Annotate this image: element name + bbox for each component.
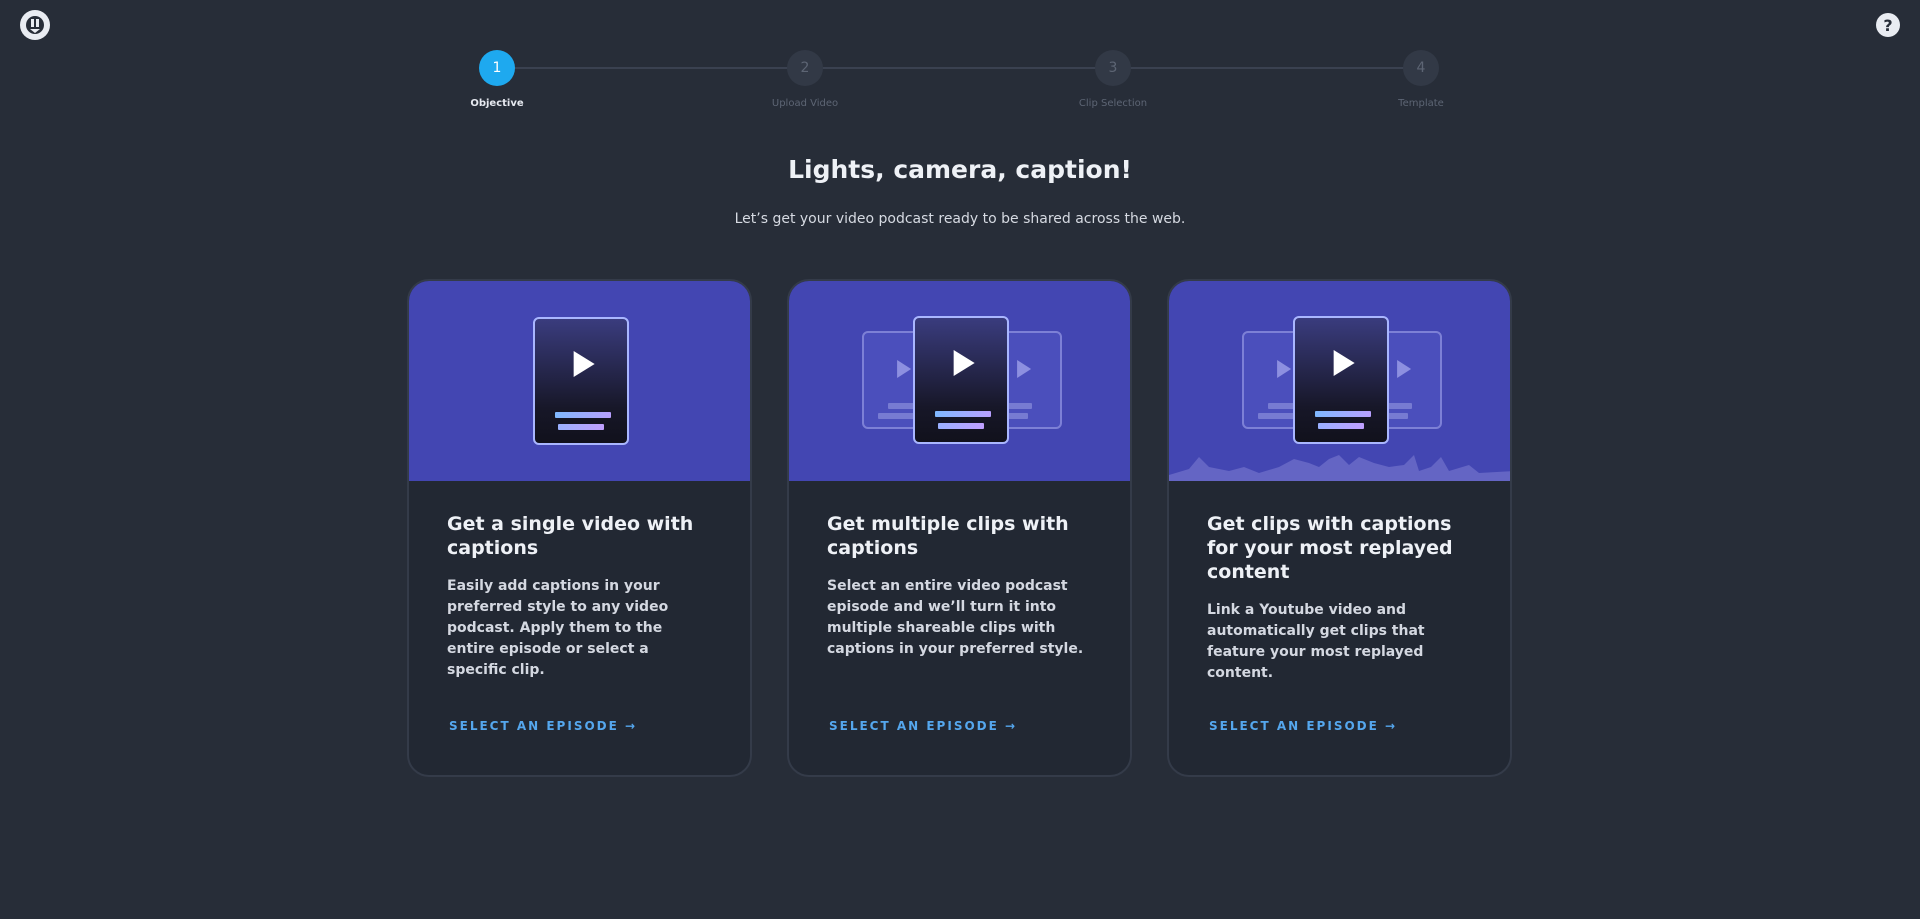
page-title: Lights, camera, caption! [788,155,1132,184]
play-icon [953,349,975,376]
app-logo[interactable] [20,10,50,40]
step-upload-video[interactable]: 2 Upload Video [745,50,865,109]
card-illustration [1169,281,1510,481]
step-clip-selection[interactable]: 3 Clip Selection [1053,50,1173,109]
play-icon [1017,359,1032,378]
card-description: Link a Youtube video and automatically g… [1207,602,1425,681]
step-objective[interactable]: 1 Objective [437,50,557,109]
card-description: Select an entire video podcast episode a… [827,578,1084,657]
play-icon [1277,359,1292,378]
step-number: 3 [1095,50,1131,86]
step-label: Clip Selection [1078,98,1148,109]
stepper-track [497,67,1421,69]
card-illustration [409,281,750,481]
video-card-icon [913,316,1009,444]
objective-card-single-video[interactable]: Get a single video with captions Easily … [407,279,752,777]
card-title: Get multiple clips with captions [827,513,1069,559]
step-number: 2 [787,50,823,86]
page-subtitle: Let’s get your video podcast ready to be… [734,211,1186,227]
play-icon [897,359,912,378]
play-icon [573,350,595,377]
play-icon [1333,349,1355,376]
select-episode-link[interactable]: SELECT AN EPISODE → [449,719,637,733]
step-number: 1 [479,50,515,86]
step-number: 4 [1403,50,1439,86]
step-label: Objective [470,98,524,109]
play-icon [1397,359,1412,378]
objective-card-multiple-clips[interactable]: Get multiple clips with captions Select … [787,279,1132,777]
video-card-icon [1293,316,1389,444]
select-episode-link[interactable]: SELECT AN EPISODE → [829,719,1017,733]
help-icon[interactable]: ? [1876,13,1900,37]
card-description: Easily add captions in your preferred st… [447,578,669,678]
objective-card-most-replayed[interactable]: Get clips with captions for your most re… [1167,279,1512,777]
card-illustration [789,281,1130,481]
video-card-icon [533,317,629,445]
step-label: Upload Video [771,98,839,109]
card-title: Get clips with captions for your most re… [1207,513,1453,583]
step-template[interactable]: 4 Template [1361,50,1481,109]
card-title: Get a single video with captions [447,513,694,559]
select-episode-link[interactable]: SELECT AN EPISODE → [1209,719,1397,733]
logo-icon [26,16,44,34]
step-label: Template [1398,98,1444,109]
